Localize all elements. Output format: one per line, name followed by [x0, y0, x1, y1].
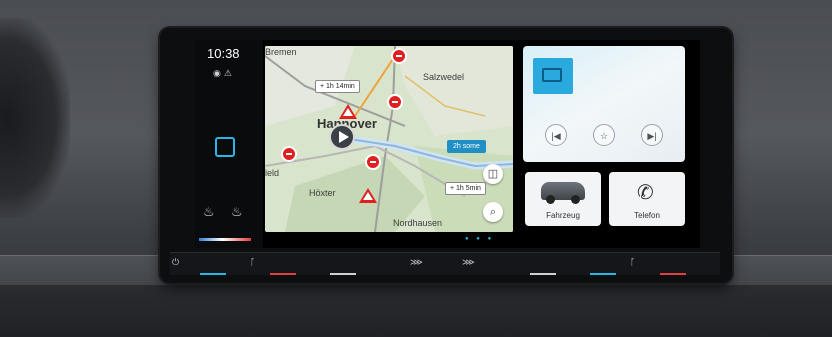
defrost-icon[interactable]: ᚪ: [250, 257, 255, 267]
route-info-label[interactable]: 2h some: [447, 140, 486, 153]
delay-label: + 1h 5min: [445, 182, 486, 195]
city-label: Nordhausen: [393, 218, 443, 228]
status-column: 10:38 ◉⚠ ♨ ♨: [195, 40, 263, 248]
incident-icon[interactable]: [365, 154, 381, 170]
defrost-rear-icon[interactable]: ᚪ: [630, 257, 635, 267]
delay-label: + 1h 14min: [315, 80, 360, 93]
car-icon: [541, 182, 585, 204]
search-icon[interactable]: ⌕: [483, 202, 503, 222]
status-lamp: [530, 273, 556, 275]
radio-tile[interactable]: |◀ ☆ ▶|: [523, 46, 685, 162]
incident-icon[interactable]: [281, 146, 297, 162]
fan-icon[interactable]: ⋙: [462, 257, 475, 268]
status-lamp: [590, 273, 616, 275]
fan-icon[interactable]: ⋙: [410, 257, 423, 268]
vehicle-label: Fahrzeug: [546, 211, 580, 220]
vehicle-tile[interactable]: Fahrzeug: [525, 172, 601, 226]
warning-icon[interactable]: [339, 104, 357, 119]
city-label: Höxter: [309, 188, 336, 198]
phone-label: Telefon: [634, 211, 660, 220]
infotainment-screen: 10:38 ◉⚠ ♨ ♨ Bremen Salzwedel Hannover l…: [195, 40, 700, 248]
power-icon[interactable]: ⏻: [172, 257, 179, 268]
status-lamp: [330, 273, 356, 275]
globe-icon: ◉: [213, 68, 224, 78]
phone-tile[interactable]: ✆ Telefon: [609, 172, 685, 226]
dashboard-trim: [0, 285, 832, 337]
seat-heat-passenger-icon[interactable]: ♨: [231, 204, 243, 220]
page-indicator[interactable]: ● ● ●: [465, 236, 494, 242]
temperature-bar[interactable]: [199, 238, 251, 241]
status-icons: ◉⚠: [213, 68, 235, 79]
incident-icon[interactable]: [387, 94, 403, 110]
app-icon[interactable]: [215, 137, 235, 157]
clock: 10:38: [207, 46, 240, 61]
city-label: leld: [265, 168, 280, 178]
prev-track-icon[interactable]: |◀: [545, 124, 567, 146]
signal-icon: ⚠: [223, 68, 235, 78]
status-lamp: [660, 273, 686, 275]
phone-icon: ✆: [637, 182, 654, 204]
camera-icon[interactable]: ◫: [483, 164, 503, 184]
air-vent: [0, 18, 70, 218]
status-lamp: [270, 273, 296, 275]
city-label: Bremen: [265, 47, 297, 57]
status-lamp: [200, 273, 226, 275]
navigation-map[interactable]: Bremen Salzwedel Hannover leld Höxter No…: [265, 46, 513, 232]
incident-icon[interactable]: [391, 48, 407, 64]
current-position-icon[interactable]: [329, 124, 355, 150]
radio-icon: [533, 58, 573, 94]
map-canvas: [265, 46, 513, 232]
warning-icon[interactable]: [359, 188, 377, 203]
city-label: Salzwedel: [423, 72, 465, 82]
seat-heat-driver-icon[interactable]: ♨: [203, 204, 215, 220]
favorite-icon[interactable]: ☆: [593, 124, 615, 146]
next-track-icon[interactable]: ▶|: [641, 124, 663, 146]
touch-control-strip: ⏻ ᚪ ⋙ ⋙ ᚪ: [170, 252, 720, 275]
